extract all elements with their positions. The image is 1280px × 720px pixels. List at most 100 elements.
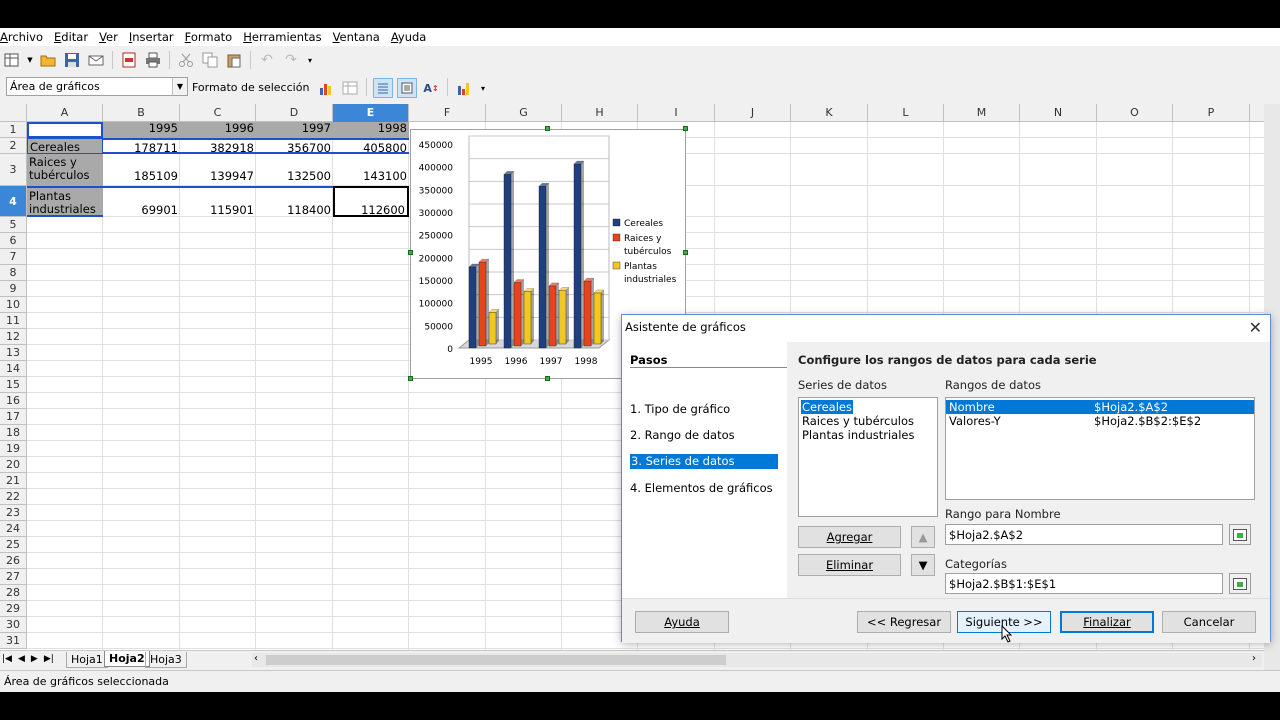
menu-ayuda[interactable]: Ayuda <box>391 30 427 44</box>
legend-icon[interactable] <box>397 78 417 98</box>
cancel-button[interactable]: Cancelar <box>1162 611 1256 633</box>
row-header-5[interactable]: 5 <box>0 217 27 233</box>
cell-b4[interactable]: 69901 <box>103 186 180 217</box>
menu-editar[interactable]: Editar <box>54 30 88 44</box>
close-icon[interactable]: ✕ <box>1249 318 1262 337</box>
row-header-20[interactable]: 20 <box>0 457 27 473</box>
step-data-series[interactable]: 3. Series de datos <box>630 454 778 469</box>
pdf-icon[interactable] <box>119 50 139 70</box>
move-up-button[interactable]: ▲ <box>911 526 935 548</box>
open-icon[interactable] <box>38 50 58 70</box>
row-header-11[interactable]: 11 <box>0 313 27 329</box>
paste-icon[interactable] <box>224 50 244 70</box>
redo-icon[interactable]: ↷ <box>281 50 301 70</box>
print-icon[interactable] <box>143 50 163 70</box>
prev-sheet-icon[interactable]: ◀ <box>18 654 25 664</box>
scale-text-icon[interactable]: A ↕ <box>421 78 441 98</box>
scrollbar-thumb[interactable] <box>266 655 726 665</box>
row-header-17[interactable]: 17 <box>0 409 27 425</box>
cell-c3[interactable]: 139947 <box>180 154 256 186</box>
range-row-nombre[interactable]: Nombre $Hoja2.$A$2 <box>946 400 1254 414</box>
menu-archivo[interactable]: Archivo <box>0 30 43 44</box>
chart-type-icon[interactable] <box>316 78 336 98</box>
chevron-down-icon[interactable]: ▼ <box>26 50 34 70</box>
column-header-o[interactable]: O <box>1097 104 1173 122</box>
menu-insertar[interactable]: Insertar <box>129 30 174 44</box>
column-header-g[interactable]: G <box>486 104 562 122</box>
data-table-icon[interactable] <box>340 78 360 98</box>
finish-button[interactable]: Finalizar <box>1060 611 1154 633</box>
column-header-e[interactable]: E <box>333 104 409 122</box>
cell-c2[interactable]: 382918 <box>180 138 256 154</box>
chevron-down-icon[interactable]: ▼ <box>172 78 187 95</box>
sheet-tab-hoja2[interactable]: Hoja2 <box>104 651 150 667</box>
menu-ventana[interactable]: Ventana <box>333 30 380 44</box>
cell-a1[interactable] <box>27 122 103 138</box>
step-data-range[interactable]: 2. Rango de datos <box>630 428 735 442</box>
cell-d3[interactable]: 132500 <box>256 154 333 186</box>
row-header-27[interactable]: 27 <box>0 569 27 585</box>
row-header-26[interactable]: 26 <box>0 553 27 569</box>
row-header-10[interactable]: 10 <box>0 297 27 313</box>
cell-c1[interactable]: 1996 <box>180 122 256 138</box>
sheet-tab-hoja3[interactable]: Hoja3 <box>145 652 187 668</box>
name-range-field[interactable]: $Hoja2.$A$2 <box>945 524 1223 545</box>
resize-handle[interactable] <box>545 376 550 381</box>
row-header-21[interactable]: 21 <box>0 473 27 489</box>
row-header-13[interactable]: 13 <box>0 345 27 361</box>
row-header-9[interactable]: 9 <box>0 281 27 297</box>
horizontal-scrollbar[interactable]: ‹ › <box>252 653 1262 667</box>
copy-icon[interactable] <box>200 50 220 70</box>
row-header-23[interactable]: 23 <box>0 505 27 521</box>
resize-handle[interactable] <box>683 126 688 131</box>
row-header-7[interactable]: 7 <box>0 249 27 265</box>
cell-d1[interactable]: 1997 <box>256 122 333 138</box>
row-header-30[interactable]: 30 <box>0 617 27 633</box>
series-item-cereales[interactable]: Cereales <box>799 400 937 414</box>
cell-e1[interactable]: 1998 <box>333 122 409 138</box>
row-header-18[interactable]: 18 <box>0 425 27 441</box>
cell-a3[interactable]: Raices y tubérculos <box>27 154 103 186</box>
step-chart-elements[interactable]: 4. Elementos de gráficos <box>630 481 773 495</box>
cut-icon[interactable] <box>176 50 196 70</box>
row-header-24[interactable]: 24 <box>0 521 27 537</box>
select-range-button[interactable] <box>1229 573 1251 594</box>
format-selection-button[interactable]: Formato de selección <box>192 81 309 94</box>
column-header-j[interactable]: J <box>715 104 791 122</box>
sheet-tab-hoja1[interactable]: Hoja1 <box>66 652 108 668</box>
row-header-16[interactable]: 16 <box>0 393 27 409</box>
horizontal-grid-icon[interactable] <box>373 78 393 98</box>
scroll-right-icon[interactable]: › <box>1252 653 1256 664</box>
row-header-15[interactable]: 15 <box>0 377 27 393</box>
menu-ver[interactable]: Ver <box>99 30 118 44</box>
move-down-button[interactable]: ▼ <box>911 554 935 576</box>
row-header-31[interactable]: 31 <box>0 633 27 649</box>
cell-e3[interactable]: 143100 <box>333 154 409 186</box>
column-header-f[interactable]: F <box>409 104 486 122</box>
cell-b2[interactable]: 178711 <box>103 138 180 154</box>
menu-herramientas[interactable]: Herramientas <box>243 30 321 44</box>
new-icon[interactable] <box>2 50 22 70</box>
help-button[interactable]: Ayuda <box>635 611 729 633</box>
corner-cell[interactable] <box>0 104 27 122</box>
cell-e2[interactable]: 405800 <box>333 138 409 154</box>
range-row-valores-y[interactable]: Valores-Y $Hoja2.$B$2:$E$2 <box>946 414 1254 428</box>
undo-icon[interactable]: ↶ <box>257 50 277 70</box>
row-header-29[interactable]: 29 <box>0 601 27 617</box>
next-sheet-icon[interactable]: ▶ <box>31 654 38 664</box>
resize-handle[interactable] <box>408 376 413 381</box>
chart-elements-icon[interactable] <box>454 78 474 98</box>
row-header-6[interactable]: 6 <box>0 233 27 249</box>
cell-d4[interactable]: 118400 <box>256 186 333 217</box>
row-header-14[interactable]: 14 <box>0 361 27 377</box>
scroll-left-icon[interactable]: ‹ <box>254 653 258 664</box>
column-header-a[interactable]: A <box>27 104 103 122</box>
remove-series-button[interactable]: Eliminar <box>798 554 901 576</box>
toolbar-overflow-icon[interactable]: ▾ <box>478 78 488 98</box>
column-header-i[interactable]: I <box>638 104 715 122</box>
row-header-12[interactable]: 12 <box>0 329 27 345</box>
first-sheet-icon[interactable]: |◀ <box>2 654 12 664</box>
row-header-1[interactable]: 1 <box>0 122 27 138</box>
add-series-button[interactable]: Agregar <box>798 526 901 548</box>
row-header-3[interactable]: 3 <box>0 154 27 186</box>
